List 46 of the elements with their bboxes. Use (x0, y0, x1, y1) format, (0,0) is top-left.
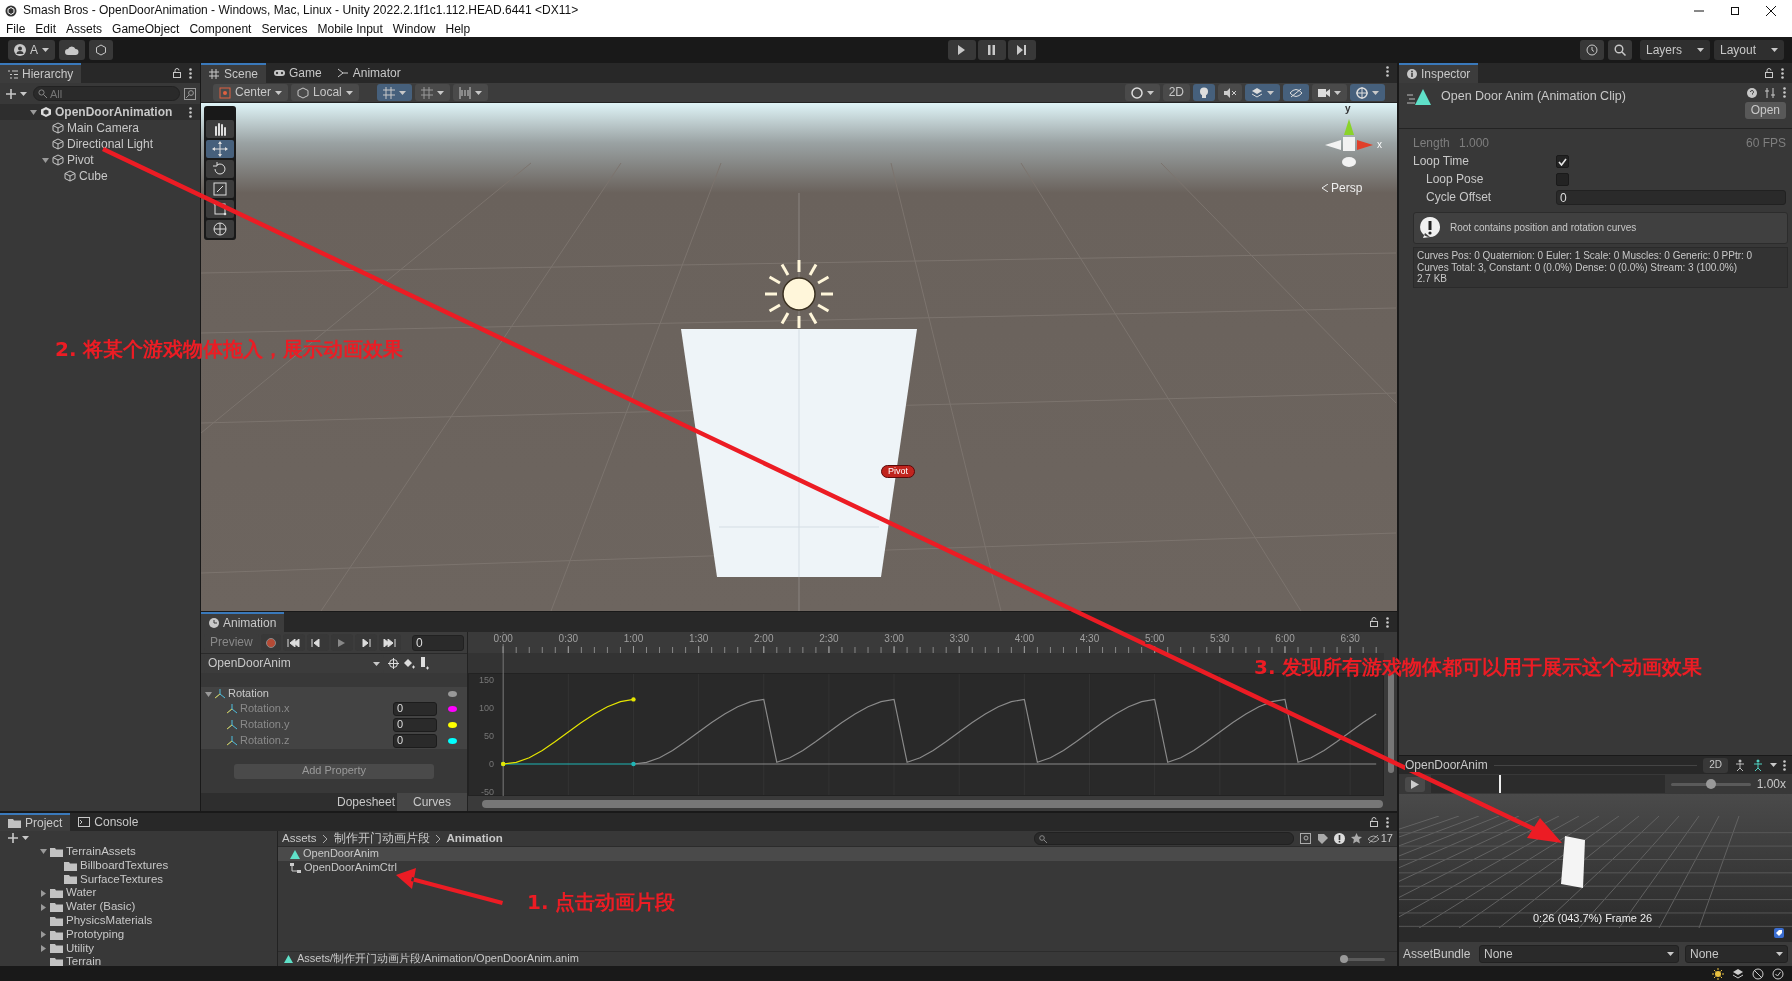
annotation-text: 1. 点击动画片段 (527, 891, 676, 913)
annotation-text: 2. 将某个游戏物体拖入，展示动画效果 (55, 338, 404, 360)
time-label: 6:30 (1340, 633, 1360, 644)
warning-text: Root contains position and rotation curves (1450, 222, 1637, 234)
time-label: 3:30 (949, 633, 969, 644)
stats-text: Curves Pos: 0 Quaternion: 0 Euler: 1 Scale: 0 Muscles: 0 Generic: 0 PPtr: 0 (1417, 250, 1754, 262)
time-label: 5:30 (1210, 633, 1230, 644)
axis-label: y (1345, 103, 1351, 115)
time-label: 2:00 (754, 633, 774, 644)
fps-value: 60 FPS (1745, 136, 1786, 151)
field-label: Cycle Offset (1426, 190, 1493, 205)
annotation-text: 3. 发现所有游戏物体都可以用于展示这个动画效果 (1254, 656, 1703, 678)
property-label: Rotation.x (240, 702, 291, 716)
value-label: 100 (478, 702, 494, 713)
time-label: 4:30 (1079, 633, 1100, 644)
window-title: Smash Bros - OpenDoorAnimation - Windows, Mac, Linux - Unity 2022.2.1f1c1.112.HEAD.6441 <DX11> (23, 3, 579, 18)
value-label: 150 (478, 674, 494, 685)
field-label: Loop Pose (1426, 172, 1485, 187)
asset-path: Assets/制作开门动画片段/Animation/OpenDoorAnim.anim (297, 952, 579, 966)
speed-reading: 1.00x (1756, 776, 1786, 792)
property-label: Rotation.z (240, 734, 291, 748)
object-label: Pivot (881, 465, 915, 478)
field-label: AssetBundle (1403, 946, 1472, 962)
length-value: 1.000 (1459, 136, 1490, 151)
field-label: Length (1413, 136, 1451, 151)
preview-title: OpenDoorAnim (1405, 757, 1488, 773)
time-label: 0:30 (558, 633, 579, 644)
time-label: 0:00 (493, 633, 513, 644)
frame-info: 0:26 (043.7%) Frame 26 (1533, 911, 1653, 925)
stats-text: 2.7 KB (1417, 273, 1449, 285)
value-label: -50 (481, 787, 494, 796)
axis-label: x (1377, 139, 1382, 151)
time-label: 4:00 (1014, 633, 1035, 644)
field-label: Loop Time (1413, 154, 1471, 169)
time-label: 6:00 (1275, 633, 1295, 644)
stats-text: Curves Total: 3, Constant: 0 (0.0%) Dense: 0 (0.0%) Stream: 3 (100.0%) (1417, 261, 1738, 273)
value-label: 0 (489, 759, 494, 769)
time-label: 2:30 (819, 633, 839, 644)
value-label: 50 (484, 730, 494, 741)
time-label: 1:30 (688, 633, 709, 644)
asset-title: Open Door Anim (Animation Clip) (1441, 88, 1626, 105)
time-label: 1:00 (623, 633, 644, 644)
count-text: 17 (1380, 831, 1393, 846)
time-label: 5:00 (1144, 633, 1165, 644)
property-label: Rotation.y (240, 718, 291, 732)
time-label: 3:00 (884, 633, 904, 644)
